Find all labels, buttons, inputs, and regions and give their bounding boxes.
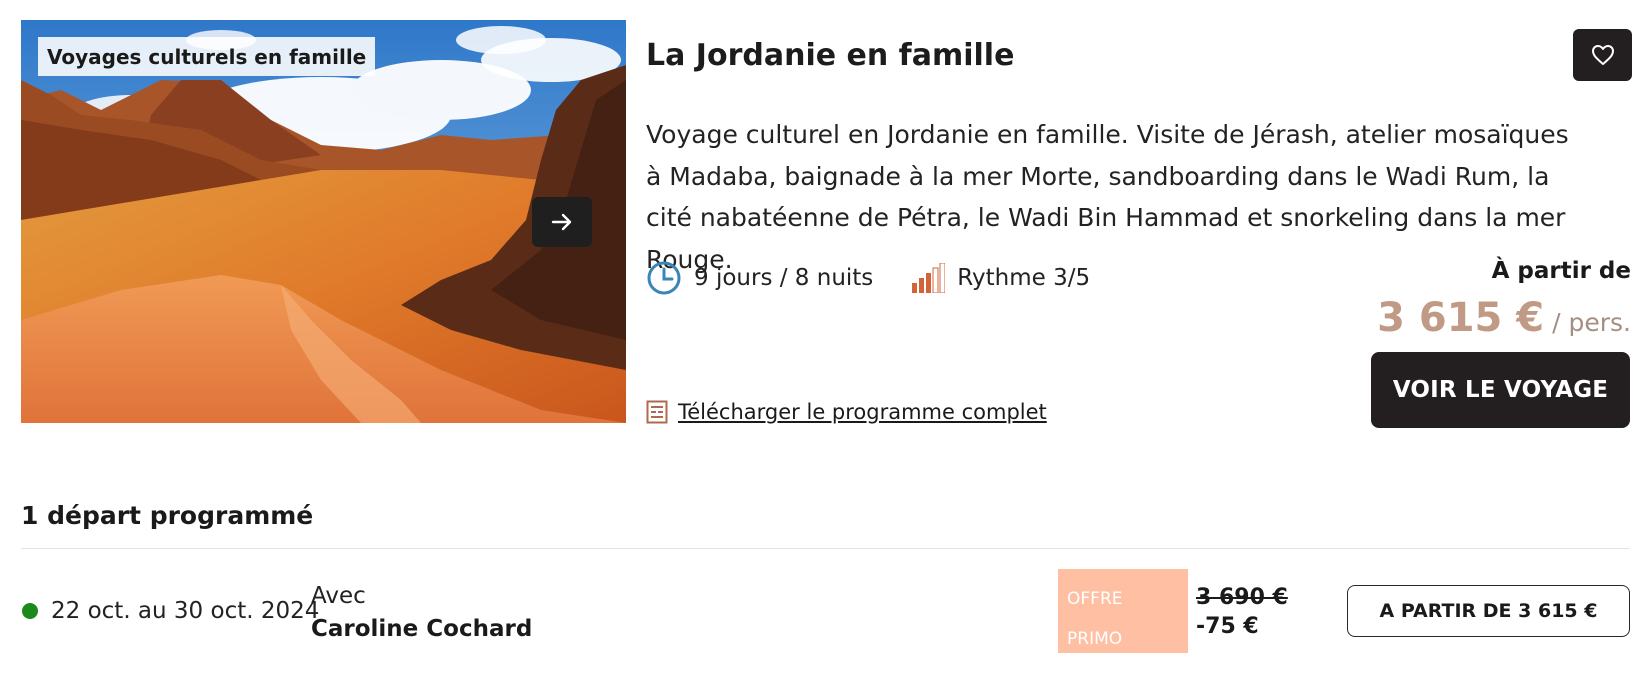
arrow-right-icon [551,213,572,231]
price-unit: / pers. [1552,308,1631,337]
trip-meta: 9 jours / 8 nuits Rythme 3/5 [646,259,1090,297]
duration-text: 9 jours / 8 nuits [694,265,874,291]
guide-name: Caroline Cochard [311,616,533,642]
document-icon [646,400,668,424]
offer-badge-line2: PRIMO [1067,629,1123,649]
price-from-label: À partir de [1491,258,1631,284]
download-program[interactable]: Télécharger le programme complet [646,400,1047,424]
clock-icon [646,260,682,296]
favorite-button[interactable] [1573,29,1632,81]
departure-dates: 22 oct. au 30 oct. 2024 [51,598,320,624]
departures-heading: 1 départ programmé [21,501,314,530]
heart-icon [1591,45,1614,65]
next-image-button[interactable] [532,197,592,247]
old-price: 3 690 € [1196,585,1288,610]
book-departure-button[interactable]: A PARTIR DE 3 615 € [1347,585,1630,637]
price-amount: 3 615 € [1377,295,1545,341]
trip-image[interactable]: Voyages culturels en famille [21,20,626,423]
download-program-link[interactable]: Télécharger le programme complet [678,400,1047,424]
price-block: 3 615 € / pers. [1377,295,1631,341]
rhythm-bars-icon [911,263,946,293]
trip-description: Voyage culturel en Jordanie en famille. … [646,120,1569,274]
availability-dot-icon [22,603,38,619]
trip-title[interactable]: La Jordanie en famille [646,38,1014,73]
view-trip-button[interactable]: VOIR LE VOYAGE [1371,352,1630,428]
offer-badge: OFFRE PRIMO [1058,569,1188,653]
divider [21,548,1630,549]
discount-amount: -75 € [1196,614,1259,639]
category-tag: Voyages culturels en famille [38,37,376,76]
offer-badge-line1: OFFRE [1067,589,1123,609]
rhythm-text: Rythme 3/5 [957,265,1091,291]
guide-label: Avec [311,583,366,609]
